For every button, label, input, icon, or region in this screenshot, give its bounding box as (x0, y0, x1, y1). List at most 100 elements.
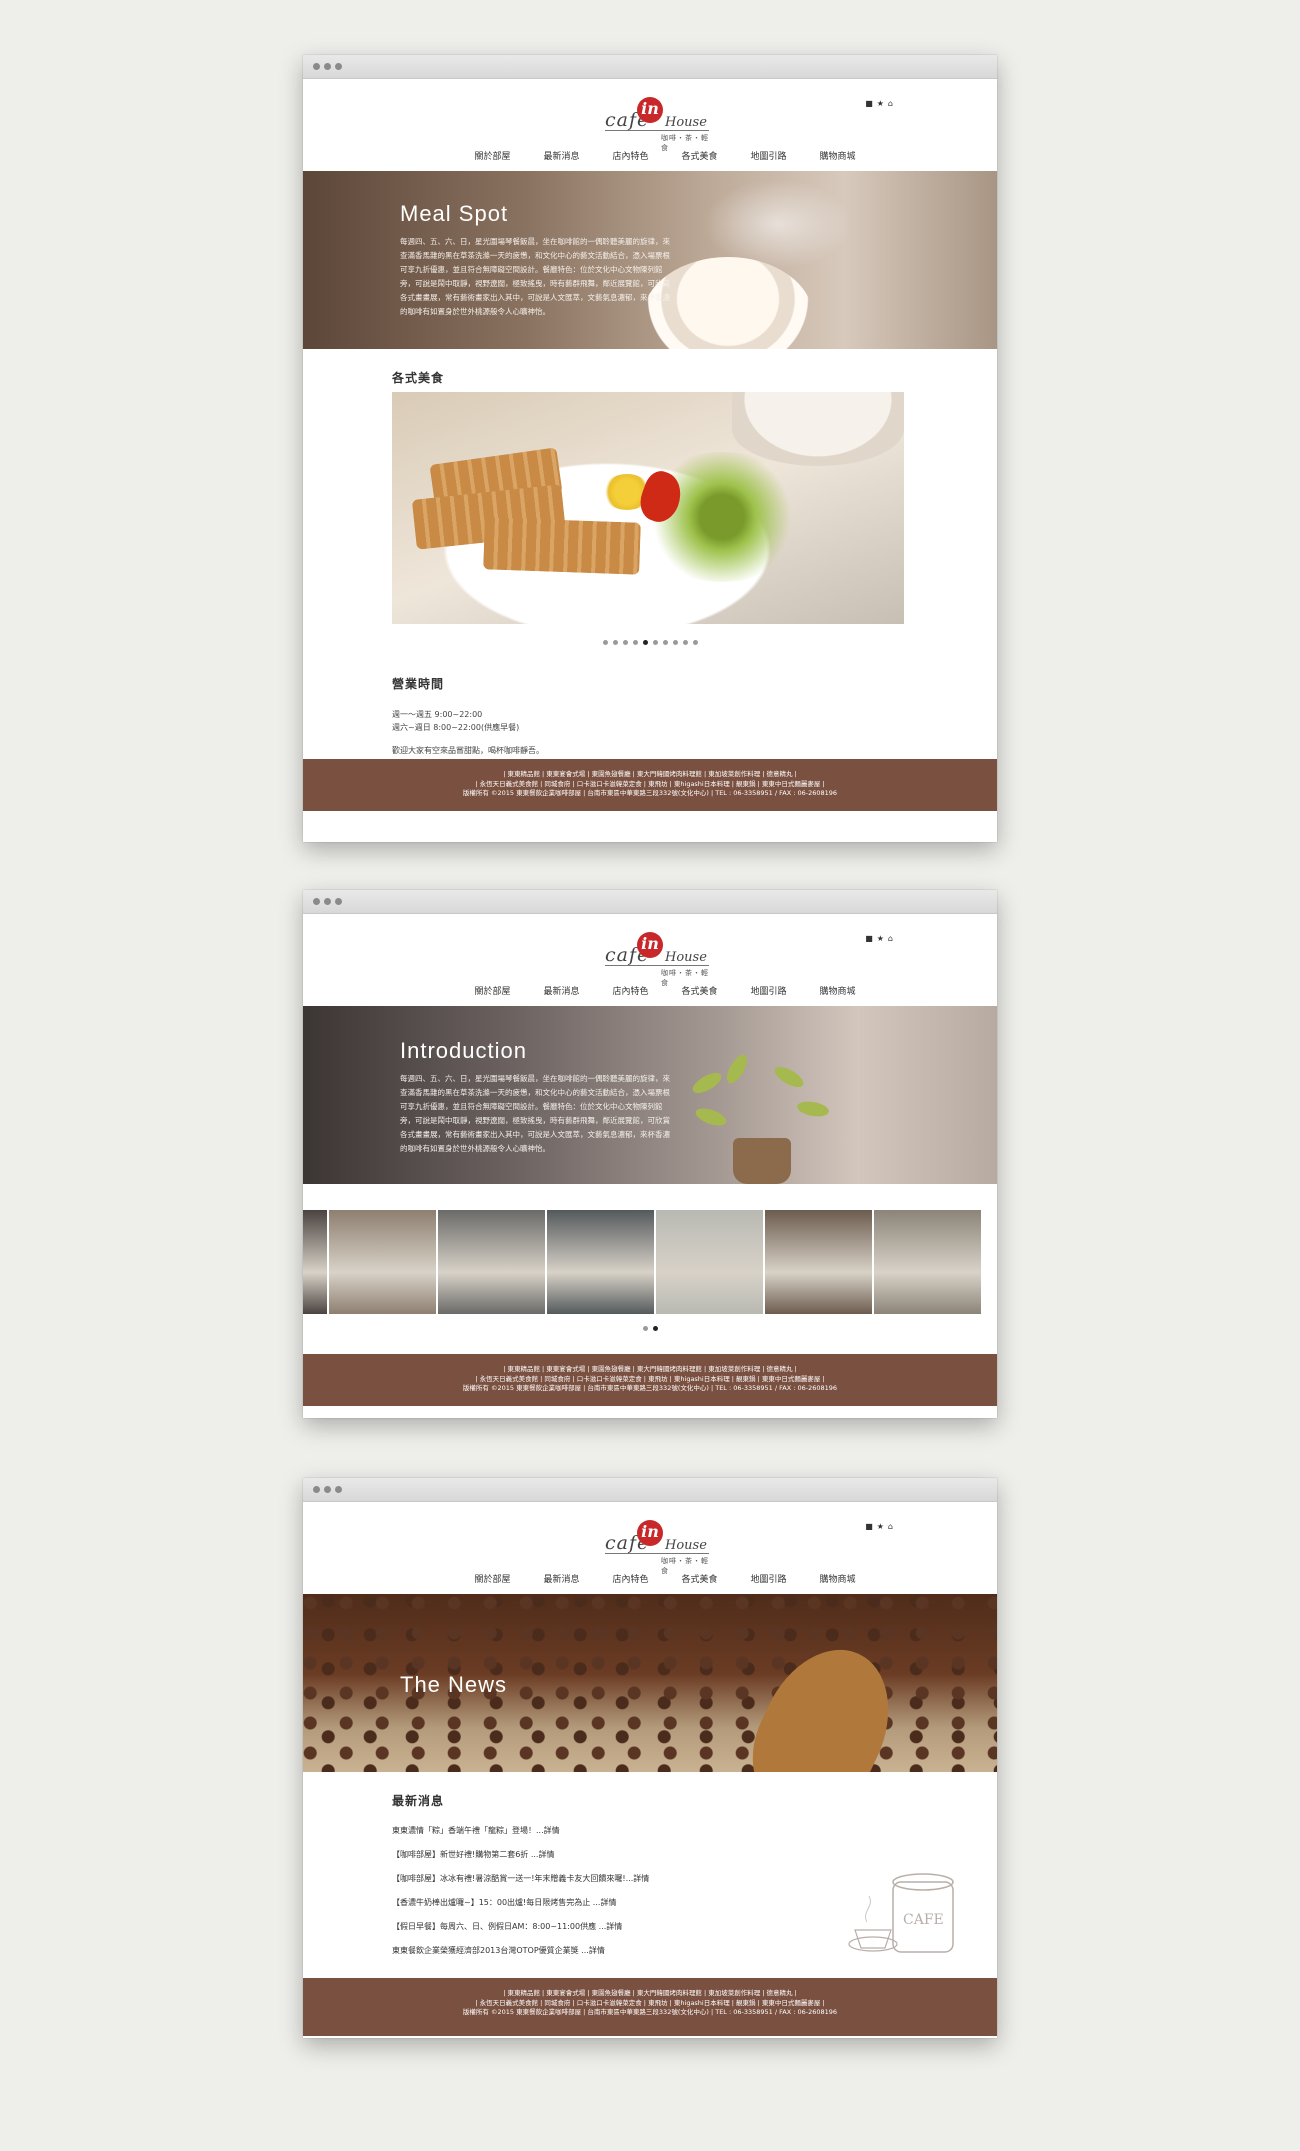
section-title: 最新消息 (392, 1794, 445, 1808)
logo-suffix: House (665, 1538, 707, 1553)
nav-item-food[interactable]: 各式美食 (665, 984, 734, 997)
slider-dot[interactable] (652, 1326, 658, 1331)
window-dot-icon[interactable] (335, 898, 342, 905)
steam-graphic (703, 179, 853, 269)
gallery-photo[interactable] (874, 1210, 981, 1314)
nav-item-shop[interactable]: 購物商城 (803, 1572, 872, 1585)
site-footer: | 東東精品館 | 東東宴會式場 | 東園魚翅餐廳 | 東大門韓國烤肉料理館 |… (303, 759, 997, 811)
logo-suffix: House (665, 115, 707, 130)
window-dot-icon[interactable] (313, 1486, 320, 1493)
nav-item-features[interactable]: 店內特色 (596, 1572, 665, 1585)
star-icon[interactable]: ★ (877, 99, 884, 108)
plant-pot-image (733, 1138, 791, 1184)
hero-title: Introduction (400, 1038, 527, 1063)
food-section: 各式美食 (303, 349, 997, 624)
leaf-shape (771, 1062, 807, 1092)
facebook-icon[interactable]: ■ (865, 934, 873, 943)
hours-note: 歡迎大家有空來品嘗甜點，喝杯咖啡靜吾。 (392, 746, 544, 755)
nav-item-map[interactable]: 地圖引路 (734, 984, 803, 997)
home-icon[interactable]: ⌂ (888, 1522, 893, 1531)
nav-item-food[interactable]: 各式美食 (665, 1572, 734, 1585)
facebook-icon[interactable]: ■ (865, 1522, 873, 1531)
hero-banner: The News (303, 1594, 997, 1772)
footer-brands-line[interactable]: | 永恆天日義式美食館 | 同城食府 | 口卡滋口卡滋韓菜定食 | 東飛坊 | … (303, 780, 997, 790)
hero-banner: Meal Spot 每週四、五、六、日，星光圍場琴餐飯晨，坐在咖啡館的一偶聆聽美… (303, 171, 997, 349)
main-nav: 關於部屋 最新消息 店內特色 各式美食 地圖引路 購物商城 (458, 984, 872, 997)
nav-item-news[interactable]: 最新消息 (527, 1572, 596, 1585)
site-logo[interactable]: cafe in House 咖啡・茶・輕食 (605, 93, 715, 152)
site-logo[interactable]: cafe in House 咖啡・茶・輕食 (605, 928, 715, 987)
site-header: cafe in House 咖啡・茶・輕食 ■ ★ ⌂ 關於部屋 最新消息 店內… (303, 1502, 997, 1594)
hero-description: 每週四、五、六、日，星光圍場琴餐飯晨，坐在咖啡館的一偶聆聽美麗的旋律，來查滿香馬… (400, 1074, 670, 1153)
window-dot-icon[interactable] (313, 898, 320, 905)
sketch-label: CAFE (903, 1912, 944, 1928)
nav-item-shop[interactable]: 購物商城 (803, 984, 872, 997)
footer-brands-line[interactable]: | 永恆天日義式美食館 | 同城食府 | 口卡滋口卡滋韓菜定食 | 東飛坊 | … (303, 1999, 997, 2009)
nav-item-map[interactable]: 地圖引路 (734, 149, 803, 162)
home-icon[interactable]: ⌂ (888, 99, 893, 108)
logo-underline (605, 965, 709, 966)
gallery-photo[interactable] (329, 1210, 436, 1314)
nav-item-food[interactable]: 各式美食 (665, 149, 734, 162)
waffle-piece (483, 517, 641, 575)
star-icon[interactable]: ★ (877, 934, 884, 943)
logo-badge: in (637, 1520, 663, 1546)
nav-item-news[interactable]: 最新消息 (527, 149, 596, 162)
logo-badge: in (637, 932, 663, 958)
hours-title: 營業時間 (392, 677, 445, 691)
footer-copyright: 版權所有 ©2015 東東餐飲企業咖啡部屋 | 台南市東區中華東路三段332號(… (462, 789, 838, 797)
food-slide-image[interactable] (392, 392, 904, 624)
photo-gallery (303, 1210, 997, 1314)
news-section: 最新消息 東東濃情「粽」香端午禮「龍粽」登場！...詳情 【咖啡部屋】新世好禮!… (303, 1772, 997, 1978)
slider-dot[interactable] (642, 1326, 648, 1331)
nav-item-shop[interactable]: 購物商城 (803, 149, 872, 162)
hours-section: 營業時間 週一～週五 9:00~22:00 週六~週日 8:00~22:00(供… (303, 645, 997, 759)
gallery-photo[interactable] (547, 1210, 654, 1314)
leaf-shape (796, 1099, 830, 1119)
social-links: ■ ★ ⌂ (865, 934, 893, 943)
footer-brands-line[interactable]: | 永恆天日義式美食館 | 同城食府 | 口卡滋口卡滋韓菜定食 | 東飛坊 | … (303, 1375, 997, 1385)
main-nav: 關於部屋 最新消息 店內特色 各式美食 地圖引路 購物商城 (458, 1572, 872, 1585)
browser-toolbar (303, 1478, 997, 1502)
footer-brands-line[interactable]: | 東東精品館 | 東東宴會式場 | 東園魚翅餐廳 | 東大門韓國烤肉料理館 |… (303, 1989, 997, 1999)
gallery-photo[interactable] (303, 1210, 327, 1314)
logo-underline (605, 130, 709, 131)
window-dot-icon[interactable] (313, 63, 320, 70)
nav-item-features[interactable]: 店內特色 (596, 149, 665, 162)
main-nav: 關於部屋 最新消息 店內特色 各式美食 地圖引路 購物商城 (458, 149, 872, 162)
window-dot-icon[interactable] (324, 898, 331, 905)
browser-toolbar (303, 890, 997, 914)
nav-item-news[interactable]: 最新消息 (527, 984, 596, 997)
window-dot-icon[interactable] (324, 63, 331, 70)
leaf-shape (722, 1051, 752, 1087)
browser-window-meal-spot: cafe in House 咖啡・茶・輕食 ■ ★ ⌂ 關於部屋 最新消息 店內… (303, 55, 997, 842)
browser-window-news: cafe in House 咖啡・茶・輕食 ■ ★ ⌂ 關於部屋 最新消息 店內… (303, 1478, 997, 2038)
hours-weekday: 週一～週五 9:00~22:00 (392, 710, 483, 719)
window-dot-icon[interactable] (335, 63, 342, 70)
site-logo[interactable]: cafe in House 咖啡・茶・輕食 (605, 1516, 715, 1575)
logo-underline (605, 1553, 709, 1554)
footer-brands-line[interactable]: | 東東精品館 | 東東宴會式場 | 東園魚翅餐廳 | 東大門韓國烤肉料理館 |… (303, 1365, 997, 1375)
nav-item-features[interactable]: 店內特色 (596, 984, 665, 997)
gallery-photo[interactable] (438, 1210, 545, 1314)
nav-item-map[interactable]: 地圖引路 (734, 1572, 803, 1585)
window-dot-icon[interactable] (335, 1486, 342, 1493)
gallery-pagination (303, 1326, 997, 1354)
soup-bowl (732, 392, 904, 466)
site-footer: | 東東精品館 | 東東宴會式場 | 東園魚翅餐廳 | 東大門韓國烤肉料理館 |… (303, 1978, 997, 2036)
gallery-photo[interactable] (765, 1210, 872, 1314)
home-icon[interactable]: ⌂ (888, 934, 893, 943)
nav-item-about[interactable]: 關於部屋 (458, 1572, 527, 1585)
nav-item-about[interactable]: 關於部屋 (458, 984, 527, 997)
gallery-photo[interactable] (656, 1210, 763, 1314)
window-dot-icon[interactable] (324, 1486, 331, 1493)
nav-item-about[interactable]: 關於部屋 (458, 149, 527, 162)
logo-badge: in (637, 97, 663, 123)
news-item[interactable]: 東東濃情「粽」香端午禮「龍粽」登場！...詳情 (392, 1819, 997, 1843)
facebook-icon[interactable]: ■ (865, 99, 873, 108)
hours-weekend: 週六~週日 8:00~22:00(供應早餐) (392, 723, 520, 732)
star-icon[interactable]: ★ (877, 1522, 884, 1531)
hero-title: The News (400, 1672, 508, 1697)
leaf-shape (693, 1104, 729, 1130)
footer-brands-line[interactable]: | 東東精品館 | 東東宴會式場 | 東園魚翅餐廳 | 東大門韓國烤肉料理館 |… (303, 770, 997, 780)
